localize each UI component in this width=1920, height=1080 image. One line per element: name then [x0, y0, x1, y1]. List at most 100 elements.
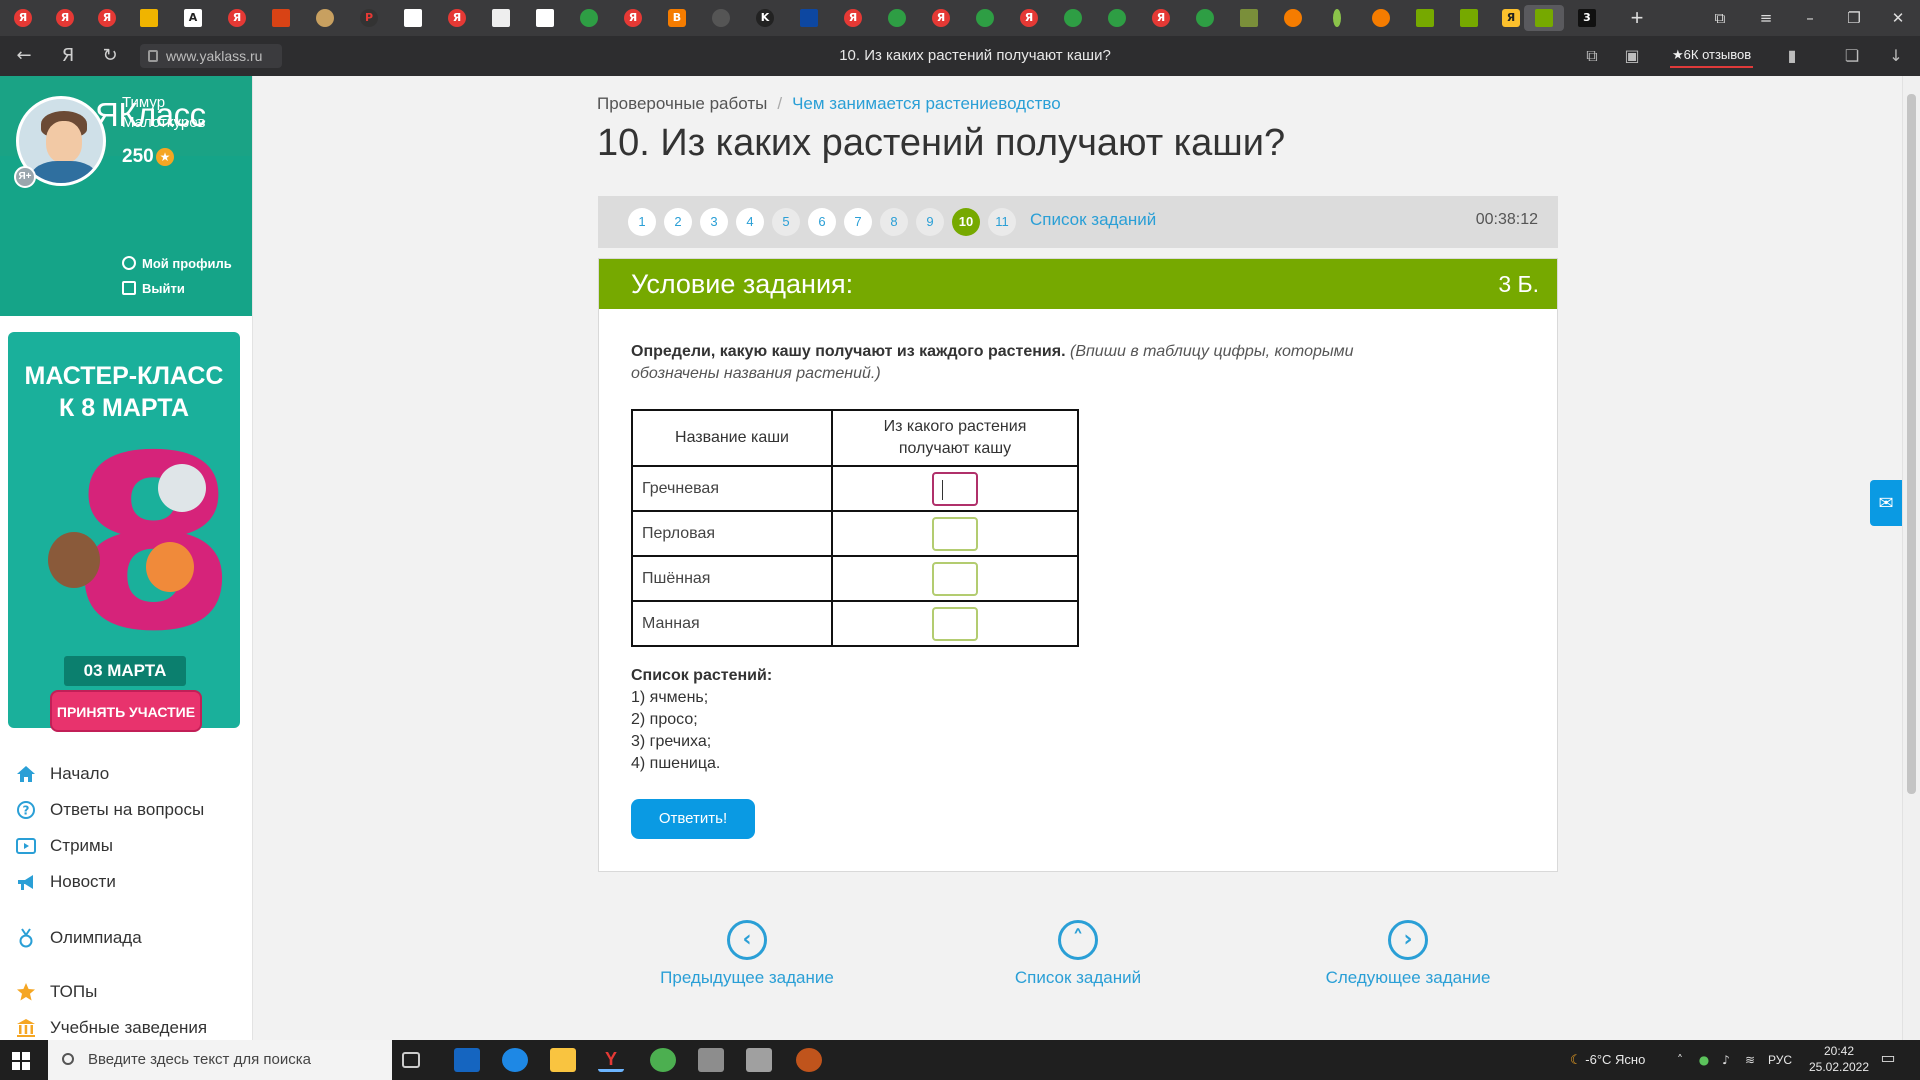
question-number-3[interactable]: 3 — [700, 208, 728, 236]
question-number-9[interactable]: 9 — [916, 208, 944, 236]
breadcrumb-item[interactable]: Проверочные работы — [597, 94, 767, 113]
restore-icon[interactable]: ❐ — [1832, 0, 1876, 36]
logout-link[interactable]: Выйти — [122, 281, 185, 296]
volume-icon[interactable]: ♪ — [1718, 1052, 1734, 1068]
windows-start-icon[interactable] — [12, 1052, 30, 1070]
browser-tab[interactable]: Я — [52, 5, 78, 31]
browser-tab[interactable] — [1456, 5, 1482, 31]
chevron-up-icon[interactable]: ˄ — [1672, 1052, 1688, 1068]
browser-tab[interactable] — [1368, 5, 1394, 31]
edge-icon[interactable] — [502, 1048, 528, 1072]
question-number-1[interactable]: 1 — [628, 208, 656, 236]
browser-tab[interactable] — [1236, 5, 1262, 31]
submit-answer-button[interactable]: Ответить! — [631, 799, 755, 839]
question-number-5[interactable]: 5 — [772, 208, 800, 236]
browser-tab[interactable]: Я — [1498, 5, 1524, 31]
minimize-icon[interactable]: – — [1788, 0, 1832, 36]
yandex-browser-icon[interactable]: Y — [598, 1048, 624, 1072]
page-scrollbar[interactable] — [1902, 76, 1920, 1040]
security-icon[interactable]: ● — [1696, 1052, 1712, 1068]
browser-tab[interactable] — [796, 5, 822, 31]
browser-tab[interactable] — [884, 5, 910, 31]
browser-tab[interactable] — [136, 5, 162, 31]
browser-tab[interactable] — [532, 5, 558, 31]
browser-tab[interactable]: P — [356, 5, 382, 31]
next-task-button[interactable]: › Следующее задание — [1278, 920, 1538, 988]
browser-tab[interactable]: 3 — [1574, 5, 1600, 31]
answer-input-millet[interactable] — [932, 561, 978, 596]
question-number-11[interactable]: 11 — [988, 208, 1016, 236]
browser-tab[interactable] — [1060, 5, 1086, 31]
wifi-icon[interactable]: ≋ — [1742, 1052, 1758, 1068]
taskbar-search-field[interactable]: Введите здесь текст для поиска — [48, 1040, 392, 1080]
browser-tab[interactable] — [1324, 5, 1350, 31]
browser-tab[interactable]: Я — [10, 5, 36, 31]
browser-tab[interactable] — [488, 5, 514, 31]
notifications-icon[interactable]: ▭ — [1878, 1050, 1898, 1066]
browser-tab[interactable] — [400, 5, 426, 31]
file-explorer-icon[interactable] — [550, 1048, 576, 1072]
question-number-7[interactable]: 7 — [844, 208, 872, 236]
browser-tab[interactable]: Я — [1016, 5, 1042, 31]
question-number-6[interactable]: 6 — [808, 208, 836, 236]
browser-tab[interactable] — [1412, 5, 1438, 31]
question-number-8[interactable]: 8 — [880, 208, 908, 236]
browser-tab[interactable]: Я — [620, 5, 646, 31]
app-icon[interactable] — [650, 1048, 676, 1072]
browser-tab[interactable] — [1192, 5, 1218, 31]
close-icon[interactable]: ✕ — [1876, 0, 1920, 36]
url-field[interactable]: www.yaklass.ru — [140, 44, 282, 68]
browser-tab[interactable]: B — [664, 5, 690, 31]
task-list-link[interactable]: Список заданий — [1030, 210, 1156, 230]
copy-link-icon[interactable]: ⧉ — [1580, 44, 1604, 68]
browser-tab[interactable] — [576, 5, 602, 31]
breadcrumb-item[interactable]: Чем занимается растениеводство — [792, 94, 1061, 113]
browser-tab[interactable] — [972, 5, 998, 31]
reload-icon[interactable]: ↻ — [96, 42, 124, 70]
browser-menu-icon[interactable]: ≡ — [1744, 0, 1788, 36]
collections-icon[interactable]: ❏ — [1840, 44, 1864, 68]
language-indicator[interactable]: РУС — [1768, 1040, 1792, 1080]
new-tab-plus-icon[interactable]: + — [1624, 5, 1650, 31]
my-profile-link[interactable]: Мой профиль — [122, 256, 232, 271]
browser-tab[interactable]: K — [752, 5, 778, 31]
browser-tab[interactable] — [1104, 5, 1130, 31]
yandex-home-icon[interactable]: Я — [54, 42, 82, 70]
promo-participate-button[interactable]: ПРИНЯТЬ УЧАСТИЕ — [50, 690, 202, 732]
bookmark-icon[interactable]: ▮ — [1780, 44, 1804, 68]
store-icon[interactable] — [454, 1048, 480, 1072]
feedback-mail-icon[interactable]: ✉ — [1870, 480, 1902, 526]
clock[interactable]: 20:42 25.02.2022 — [1808, 1043, 1870, 1075]
promo-banner[interactable]: МАСТЕР-КЛАСС К 8 МАРТА 8 03 МАРТА — [8, 332, 240, 728]
back-arrow-icon[interactable]: ← — [10, 42, 38, 70]
task-view-icon[interactable] — [402, 1052, 420, 1068]
scrollbar-thumb[interactable] — [1907, 94, 1916, 794]
browser-tab[interactable]: Я — [928, 5, 954, 31]
question-number-4[interactable]: 4 — [736, 208, 764, 236]
weather-widget[interactable]: ☾ -6°C Ясно — [1570, 1040, 1645, 1080]
browser-tab[interactable]: Я — [224, 5, 250, 31]
browser-tab-active[interactable] — [1524, 5, 1564, 31]
browser-tab[interactable] — [312, 5, 338, 31]
app-icon[interactable] — [796, 1048, 822, 1072]
task-list-button[interactable]: ˄ Список заданий — [948, 920, 1208, 988]
app-icon[interactable] — [746, 1048, 772, 1072]
browser-tab[interactable]: Я — [1148, 5, 1174, 31]
app-icon[interactable] — [698, 1048, 724, 1072]
answer-input-semolina[interactable] — [932, 606, 978, 641]
browser-tab[interactable] — [708, 5, 734, 31]
tabs-menu-icon[interactable]: ⧉ — [1698, 0, 1742, 36]
extensions-icon[interactable]: ▣ — [1620, 44, 1644, 68]
previous-task-button[interactable]: ‹ Предыдущее задание — [617, 920, 877, 988]
browser-tab[interactable] — [1280, 5, 1306, 31]
question-number-10-current[interactable]: 10 — [952, 208, 980, 236]
answer-input-pearl-barley[interactable] — [932, 516, 978, 551]
browser-tab[interactable]: Я — [94, 5, 120, 31]
browser-tab[interactable] — [268, 5, 294, 31]
download-icon[interactable]: ↓ — [1884, 44, 1908, 68]
browser-tab[interactable]: Я — [444, 5, 470, 31]
reviews-badge[interactable]: ★6К отзывов — [1670, 44, 1754, 68]
answer-input-buckwheat[interactable] — [932, 471, 978, 506]
question-number-2[interactable]: 2 — [664, 208, 692, 236]
browser-tab[interactable]: Я — [840, 5, 866, 31]
